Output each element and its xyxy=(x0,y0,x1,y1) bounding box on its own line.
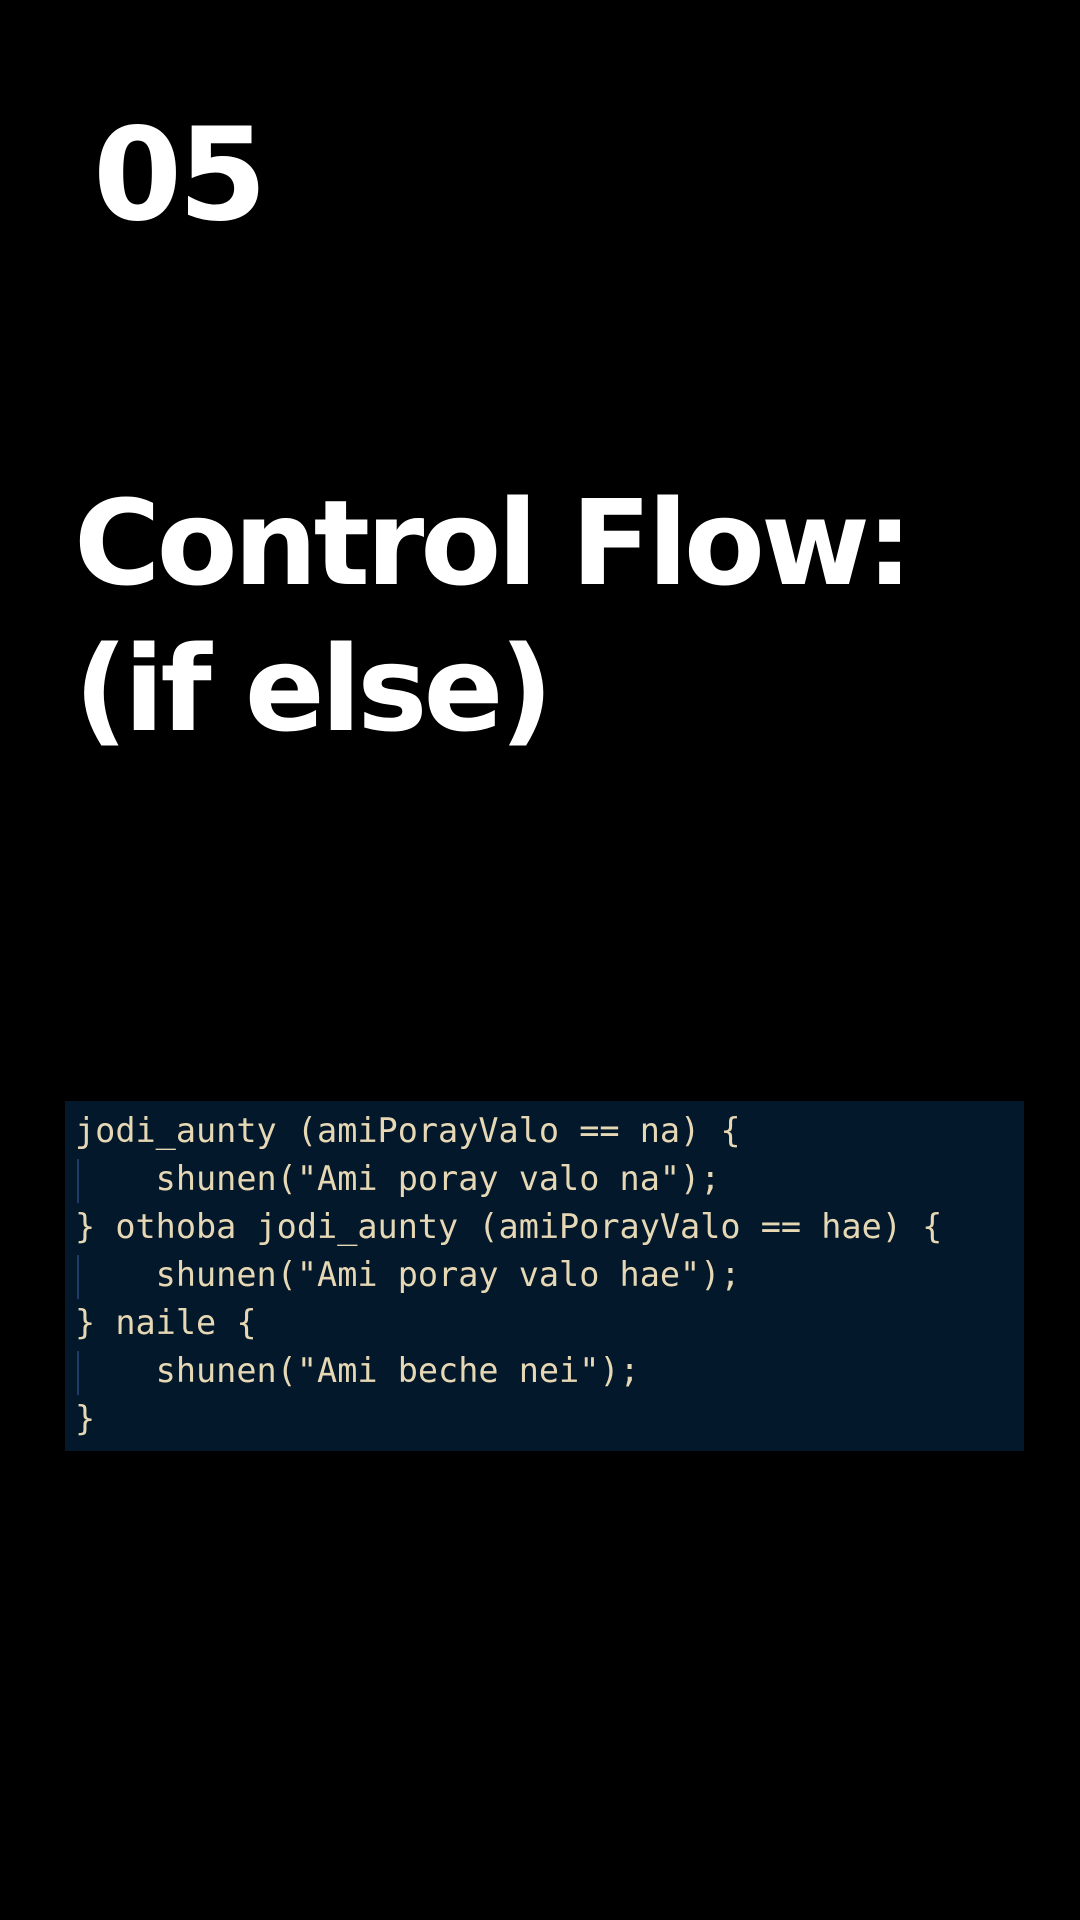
slide-title-line-2: (if else) xyxy=(74,620,553,758)
code-line: shunen("Ami poray valo na"); xyxy=(75,1155,1024,1203)
slide-number: 05 xyxy=(93,101,267,250)
indent-guide xyxy=(77,1159,79,1203)
code-line: jodi_aunty (amiPorayValo == na) { xyxy=(75,1111,741,1150)
code-line: shunen("Ami beche nei"); xyxy=(75,1347,1024,1395)
indent-guide xyxy=(77,1255,79,1299)
code-line: } naile { xyxy=(75,1303,257,1342)
code-line-text: shunen("Ami poray valo hae"); xyxy=(75,1255,741,1294)
slide-title: Control Flow: (if else) xyxy=(74,470,913,762)
code-line: shunen("Ami poray valo hae"); xyxy=(75,1251,1024,1299)
code-line: } othoba jodi_aunty (amiPorayValo == hae… xyxy=(75,1207,943,1246)
code-line: } xyxy=(75,1399,96,1438)
slide-title-line-1: Control Flow: xyxy=(74,474,913,612)
indent-guide xyxy=(77,1351,79,1395)
code-line-text: shunen("Ami beche nei"); xyxy=(75,1351,640,1390)
code-snippet: jodi_aunty (amiPorayValo == na) { shunen… xyxy=(65,1101,1024,1451)
code-line-text: shunen("Ami poray valo na"); xyxy=(75,1159,721,1198)
